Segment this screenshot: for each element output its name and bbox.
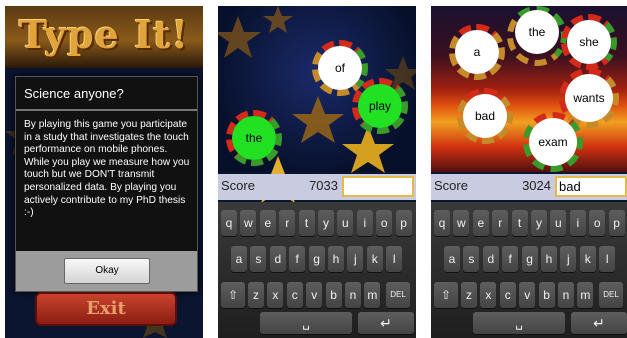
key-w[interactable]: w (240, 210, 257, 236)
score-label: Score (221, 178, 255, 193)
enter-key[interactable]: ↵ (358, 312, 414, 334)
exit-button[interactable]: Exit (35, 292, 177, 326)
dialog-title: Science anyone? (16, 77, 197, 111)
key-n[interactable]: n (558, 282, 574, 308)
key-g[interactable]: g (308, 246, 325, 272)
word-bubble-bad[interactable]: bad (463, 94, 507, 138)
key-n[interactable]: n (345, 282, 361, 308)
delete-key[interactable]: DEL (599, 282, 623, 308)
word-bubble-she[interactable]: she (567, 20, 611, 64)
key-d[interactable]: d (482, 246, 499, 272)
key-c[interactable]: c (499, 282, 516, 308)
word-bubble-the[interactable]: the (232, 116, 276, 160)
phone-screen-dialog: Type It! Science anyone? By playing this… (5, 6, 203, 338)
score-bar: Score 3024 bad (431, 174, 627, 200)
key-q[interactable]: q (434, 210, 450, 236)
shift-icon: ⇧ (440, 288, 452, 302)
key-r[interactable]: r (279, 210, 296, 236)
key-h[interactable]: h (541, 246, 557, 272)
word-input[interactable] (342, 176, 414, 197)
key-r[interactable]: r (492, 210, 509, 236)
key-q[interactable]: q (221, 210, 237, 236)
phone-screen-game-2: a the she wants bad exam Score 3024 bad … (431, 6, 627, 338)
key-i[interactable]: i (356, 210, 373, 236)
key-k[interactable]: k (366, 246, 383, 272)
key-x[interactable]: x (267, 282, 284, 308)
dialog-message: By playing this game you participate in … (24, 119, 190, 219)
key-u[interactable]: u (550, 210, 567, 236)
key-m[interactable]: m (577, 282, 594, 308)
word-bubble-of[interactable]: of (318, 46, 362, 90)
key-c[interactable]: c (286, 282, 303, 308)
key-h[interactable]: h (328, 246, 344, 272)
word-bubble-play[interactable]: play (358, 84, 402, 128)
key-b[interactable]: b (325, 282, 342, 308)
shift-key[interactable]: ⇧ (221, 282, 245, 308)
key-w[interactable]: w (453, 210, 470, 236)
score-value: 7033 (309, 178, 338, 193)
key-e[interactable]: e (259, 210, 276, 236)
key-v[interactable]: v (519, 282, 536, 308)
dialog-footer: Okay (16, 251, 197, 291)
key-u[interactable]: u (337, 210, 354, 236)
score-label: Score (434, 178, 468, 193)
key-x[interactable]: x (480, 282, 497, 308)
key-p[interactable]: p (608, 210, 625, 236)
key-v[interactable]: v (306, 282, 323, 308)
shift-key[interactable]: ⇧ (434, 282, 458, 308)
delete-key[interactable]: DEL (386, 282, 410, 308)
key-s[interactable]: s (463, 246, 480, 272)
key-f[interactable]: f (289, 246, 306, 272)
key-k[interactable]: k (579, 246, 596, 272)
word-bubble-the[interactable]: the (515, 10, 559, 54)
key-b[interactable]: b (538, 282, 555, 308)
key-y[interactable]: y (318, 210, 334, 236)
key-e[interactable]: e (472, 210, 489, 236)
key-s[interactable]: s (250, 246, 267, 272)
key-z[interactable]: z (461, 282, 477, 308)
key-l[interactable]: l (386, 246, 403, 272)
key-l[interactable]: l (599, 246, 616, 272)
key-a[interactable]: a (231, 246, 247, 272)
key-d[interactable]: d (269, 246, 286, 272)
key-o[interactable]: o (376, 210, 393, 236)
enter-key[interactable]: ↵ (571, 312, 627, 334)
key-o[interactable]: o (589, 210, 606, 236)
key-a[interactable]: a (444, 246, 460, 272)
key-t[interactable]: t (298, 210, 315, 236)
score-bar: Score 7033 (218, 174, 416, 200)
key-j[interactable]: j (347, 246, 364, 272)
soft-keyboard: q w e r t y u i o p a s d f g h j k l ⇧ z x c v b n m DEL ␣ ↵ (218, 202, 416, 338)
key-f[interactable]: f (502, 246, 519, 272)
word-input[interactable]: bad (555, 176, 627, 197)
word-bubble-wants[interactable]: wants (565, 74, 613, 122)
phone-screen-game-1: of play the Score 7033 qwertyuiop asdfghj… (218, 6, 416, 338)
shift-icon: ⇧ (227, 288, 239, 302)
key-y[interactable]: y (531, 210, 547, 236)
key-t[interactable]: t (511, 210, 528, 236)
okay-button[interactable]: Okay (64, 258, 150, 284)
key-p[interactable]: p (395, 210, 412, 236)
key-i[interactable]: i (569, 210, 586, 236)
space-key[interactable]: ␣ (473, 312, 565, 334)
space-key[interactable]: ␣ (260, 312, 352, 334)
key-m[interactable]: m (364, 282, 381, 308)
score-value: 3024 (522, 178, 551, 193)
word-bubble-a[interactable]: a (455, 30, 499, 74)
soft-keyboard: q w e r t y u i o p a s d f g h j k l ⇧ z x c v b n m DEL ␣ ↵ (431, 202, 627, 338)
word-bubble-exam[interactable]: exam (529, 118, 577, 166)
consent-dialog: Science anyone? By playing this game you… (15, 76, 198, 292)
key-g[interactable]: g (521, 246, 538, 272)
key-j[interactable]: j (560, 246, 577, 272)
key-z[interactable]: z (248, 282, 264, 308)
